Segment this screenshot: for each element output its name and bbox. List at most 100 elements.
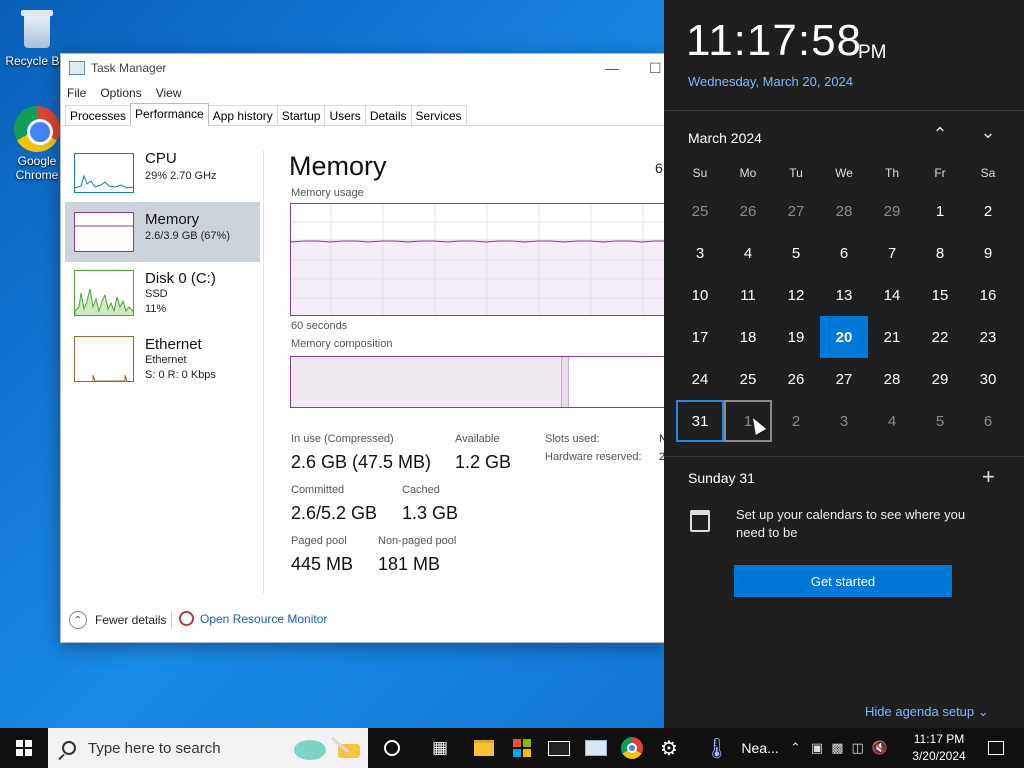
tab-services[interactable]: Services bbox=[410, 105, 467, 125]
calendar-day[interactable]: 22 bbox=[916, 316, 964, 358]
menu-options[interactable]: Options bbox=[100, 86, 141, 100]
open-resource-monitor-label: Open Resource Monitor bbox=[200, 611, 328, 626]
calendar-day[interactable]: 4 bbox=[868, 400, 916, 442]
calendar-day[interactable]: 17 bbox=[676, 316, 724, 358]
calendar-day[interactable]: 3 bbox=[820, 400, 868, 442]
calendar-day[interactable]: 18 bbox=[724, 316, 772, 358]
minimize-button[interactable]: — bbox=[605, 60, 619, 76]
sidebar-item-disk[interactable]: Disk 0 (C:) SSD 11% bbox=[65, 270, 260, 330]
open-resource-monitor-link[interactable]: Open Resource Monitor bbox=[179, 611, 327, 626]
calendar-day[interactable]: 30 bbox=[964, 358, 1012, 400]
menu-view[interactable]: View bbox=[156, 86, 182, 100]
taskbar-date: 3/20/2024 bbox=[912, 749, 966, 763]
hide-agenda-label: Hide agenda setup bbox=[865, 704, 975, 719]
calendar-day[interactable]: 19 bbox=[772, 316, 820, 358]
sidebar-memory-detail: 2.6/3.9 GB (67%) bbox=[145, 230, 230, 242]
calendar-day[interactable]: 10 bbox=[676, 274, 724, 316]
calendar-day[interactable]: 25 bbox=[676, 190, 724, 232]
taskbar-clock[interactable]: 11:17 PM 3/20/2024 bbox=[904, 731, 974, 765]
calendar-day[interactable]: 29 bbox=[916, 358, 964, 400]
sidebar-item-memory[interactable]: Memory 2.6/3.9 GB (67%) bbox=[65, 202, 260, 262]
volume-muted-icon[interactable]: 🔇 bbox=[872, 740, 888, 756]
calendar-day[interactable]: 3 bbox=[676, 232, 724, 274]
calendar-day[interactable]: 24 bbox=[676, 358, 724, 400]
sidebar-item-cpu[interactable]: CPU 29% 2.70 GHz bbox=[65, 150, 260, 210]
sidebar-disk-type: SSD bbox=[145, 288, 168, 300]
taskbar-settings[interactable]: ⚙ bbox=[651, 728, 687, 768]
maximize-button[interactable]: ☐ bbox=[649, 60, 662, 77]
calendar-day[interactable]: 7 bbox=[868, 232, 916, 274]
calendar-day-today[interactable]: 20 bbox=[820, 316, 868, 358]
calendar-day[interactable]: 9 bbox=[964, 232, 1012, 274]
calendar-day[interactable]: 4 bbox=[724, 232, 772, 274]
calendar-day[interactable]: 28 bbox=[868, 358, 916, 400]
next-month-button[interactable]: ⌄ bbox=[974, 122, 1002, 143]
task-manager-window: Task Manager — ☐ File Options View Proce… bbox=[60, 53, 667, 643]
calendar-day[interactable]: 8 bbox=[916, 232, 964, 274]
calendar-day[interactable]: 1 bbox=[916, 190, 964, 232]
taskbar-mail[interactable] bbox=[541, 728, 577, 768]
calendar-day[interactable]: 6 bbox=[964, 400, 1012, 442]
flyout-clock: 11:17:58 bbox=[686, 16, 863, 65]
security-icon[interactable]: ▩ bbox=[831, 740, 843, 756]
taskbar-store[interactable] bbox=[504, 728, 540, 768]
calendar-day-selected[interactable]: 31 bbox=[676, 400, 724, 442]
task-view-button[interactable]: ▦ bbox=[422, 728, 458, 768]
calendar-day[interactable]: 26 bbox=[724, 190, 772, 232]
calendar-day[interactable]: 21 bbox=[868, 316, 916, 358]
calendar-day[interactable]: 5 bbox=[916, 400, 964, 442]
calendar-day[interactable]: 28 bbox=[820, 190, 868, 232]
hide-agenda-setup-link[interactable]: Hide agenda setup ⌄ bbox=[865, 704, 989, 720]
calendar-day[interactable]: 27 bbox=[772, 190, 820, 232]
calendar-day[interactable]: 2 bbox=[772, 400, 820, 442]
composition-modified-segment[interactable] bbox=[562, 357, 569, 407]
calendar-day[interactable]: 11 bbox=[724, 274, 772, 316]
calendar-day[interactable]: 16 bbox=[964, 274, 1012, 316]
search-box[interactable]: Type here to search bbox=[48, 728, 368, 768]
action-center-button[interactable] bbox=[976, 728, 1016, 768]
calendar-day[interactable]: 29 bbox=[868, 190, 916, 232]
tab-performance[interactable]: Performance bbox=[130, 103, 209, 126]
menu-file[interactable]: File bbox=[67, 86, 86, 100]
sidebar-item-ethernet[interactable]: Ethernet Ethernet S: 0 R: 0 Kbps bbox=[65, 336, 260, 396]
start-button[interactable] bbox=[0, 728, 48, 768]
calendar-day[interactable]: 26 bbox=[772, 358, 820, 400]
tab-users[interactable]: Users bbox=[324, 105, 366, 125]
calendar-day[interactable]: 2 bbox=[964, 190, 1012, 232]
calendar-day[interactable]: 6 bbox=[820, 232, 868, 274]
search-icon bbox=[62, 741, 76, 755]
calendar-day[interactable]: 23 bbox=[964, 316, 1012, 358]
previous-month-button[interactable]: ⌃ bbox=[926, 124, 954, 145]
network-icon[interactable]: ◫ bbox=[852, 740, 864, 756]
taskbar-chrome[interactable] bbox=[614, 728, 650, 768]
title-bar[interactable]: Task Manager bbox=[61, 54, 665, 82]
calendar-day[interactable]: 25 bbox=[724, 358, 772, 400]
calendar-day[interactable]: 12 bbox=[772, 274, 820, 316]
device-icon[interactable]: ▣ bbox=[811, 740, 823, 756]
taskbar-task-manager[interactable] bbox=[578, 728, 614, 768]
calendar-day[interactable]: 27 bbox=[820, 358, 868, 400]
calendar-day[interactable]: 14 bbox=[868, 274, 916, 316]
in-use-label: In use (Compressed) bbox=[291, 433, 394, 445]
tab-app-history[interactable]: App history bbox=[207, 105, 278, 125]
calendar-day[interactable]: 13 bbox=[820, 274, 868, 316]
flyout-date-link[interactable]: Wednesday, March 20, 2024 bbox=[688, 74, 853, 89]
weather-label: Nea... bbox=[741, 740, 779, 756]
weather-widget[interactable]: 🌡 Nea... bbox=[704, 728, 779, 768]
add-event-button[interactable]: + bbox=[982, 464, 995, 490]
tab-startup[interactable]: Startup bbox=[276, 105, 326, 125]
composition-in-use-segment[interactable] bbox=[291, 357, 562, 407]
calendar-month-label[interactable]: March 2024 bbox=[688, 130, 762, 146]
show-hidden-icons-chevron-icon[interactable]: ⌃ bbox=[790, 740, 801, 756]
sidebar-divider bbox=[263, 150, 264, 594]
fewer-details-button[interactable]: ⌃ Fewer details bbox=[69, 611, 166, 629]
calendar-day[interactable]: 5 bbox=[772, 232, 820, 274]
calendar-day[interactable]: 15 bbox=[916, 274, 964, 316]
cortana-button[interactable] bbox=[374, 728, 410, 768]
tab-processes[interactable]: Processes bbox=[65, 105, 132, 125]
tab-details[interactable]: Details bbox=[364, 105, 412, 125]
weekday-header: Mo bbox=[739, 166, 757, 180]
get-started-button[interactable]: Get started bbox=[734, 565, 952, 597]
taskbar-file-explorer[interactable] bbox=[466, 728, 502, 768]
chevron-down-icon: ⌄ bbox=[977, 704, 989, 719]
